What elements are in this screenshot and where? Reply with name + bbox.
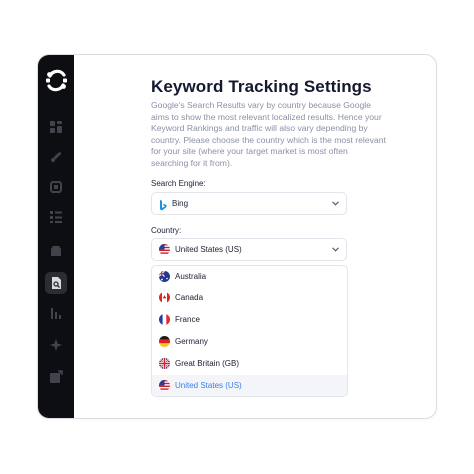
- country-value: United States (US): [175, 245, 242, 254]
- country-dropdown: Australia Canada France Germany Great Br…: [151, 265, 348, 397]
- logo-icon[interactable]: [43, 67, 70, 94]
- canada-flag-icon: [159, 292, 170, 303]
- chevron-down-icon: [332, 247, 339, 252]
- usa-flag-icon: [159, 244, 170, 255]
- sparkle-icon[interactable]: [45, 334, 67, 356]
- sidebar: [38, 55, 74, 418]
- search-engine-label: Search Engine:: [151, 179, 206, 188]
- dashboard-icon[interactable]: [45, 116, 67, 138]
- main-content: Keyword Tracking Settings Google's Searc…: [151, 77, 391, 170]
- country-option-label: Great Britain (GB): [175, 359, 240, 368]
- usa-flag-icon: [159, 380, 170, 391]
- search-engine-value: Bing: [172, 199, 189, 208]
- search-engine-select[interactable]: Bing: [151, 192, 347, 215]
- inbox-icon[interactable]: [45, 240, 67, 262]
- chevron-down-icon: [332, 201, 339, 206]
- country-option-australia[interactable]: Australia: [152, 266, 347, 287]
- great-britain-flag-icon: [159, 358, 170, 369]
- bar-chart-icon[interactable]: [45, 302, 67, 324]
- bing-icon: [159, 198, 167, 211]
- country-option-label: France: [175, 315, 200, 324]
- settings-window: Keyword Tracking Settings Google's Searc…: [37, 54, 437, 419]
- page-search-icon[interactable]: [45, 272, 67, 294]
- country-option-germany[interactable]: Germany: [152, 331, 347, 352]
- country-select[interactable]: United States (US): [151, 238, 347, 261]
- country-option-label: United States (US): [175, 381, 242, 390]
- country-option-label: Germany: [175, 337, 208, 346]
- country-option-canada[interactable]: Canada: [152, 287, 347, 308]
- page-title: Keyword Tracking Settings: [151, 77, 372, 96]
- australia-flag-icon: [159, 271, 170, 282]
- country-option-france[interactable]: France: [152, 309, 347, 330]
- external-link-icon[interactable]: [45, 366, 67, 388]
- country-label: Country:: [151, 226, 182, 235]
- country-option-great-britain[interactable]: Great Britain (GB): [152, 353, 347, 374]
- germany-flag-icon: [159, 336, 170, 347]
- country-option-label: Canada: [175, 293, 204, 302]
- rocket-icon[interactable]: [45, 146, 67, 168]
- france-flag-icon: [159, 314, 170, 325]
- country-option-united-states[interactable]: United States (US): [152, 375, 347, 396]
- country-option-label: Australia: [175, 272, 207, 281]
- page-description: Google's Search Results vary by country …: [151, 100, 386, 168]
- cube-icon[interactable]: [45, 176, 67, 198]
- checklist-icon[interactable]: [45, 206, 67, 228]
